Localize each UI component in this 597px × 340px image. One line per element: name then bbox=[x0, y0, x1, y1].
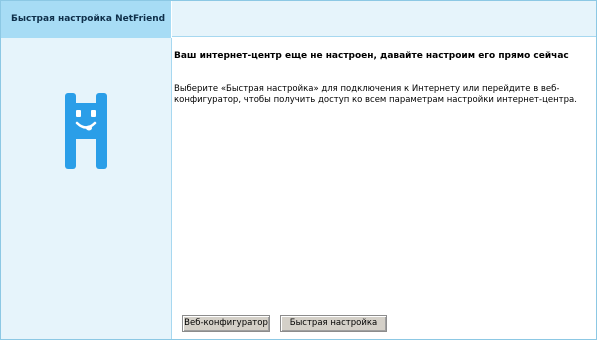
quick-setup-button[interactable]: Быстрая настройка bbox=[280, 315, 387, 332]
sidebar bbox=[1, 38, 172, 339]
quick-setup-window: Быстрая настройка NetFriend Ваш интернет… bbox=[0, 0, 597, 340]
main-panel: Ваш интернет-центр еще не настроен, дава… bbox=[172, 38, 596, 339]
netfriend-mascot-icon bbox=[65, 93, 107, 173]
header-bar bbox=[172, 1, 596, 37]
web-configurator-button[interactable]: Веб-конфигуратор bbox=[182, 315, 270, 332]
tab-label: Быстрая настройка NetFriend bbox=[11, 14, 166, 24]
tab-quick-setup[interactable]: Быстрая настройка NetFriend bbox=[1, 1, 171, 38]
description-text: Выберите «Быстрая настройка» для подключ… bbox=[174, 84, 577, 105]
page-title: Ваш интернет-центр еще не настроен, дава… bbox=[174, 51, 569, 61]
